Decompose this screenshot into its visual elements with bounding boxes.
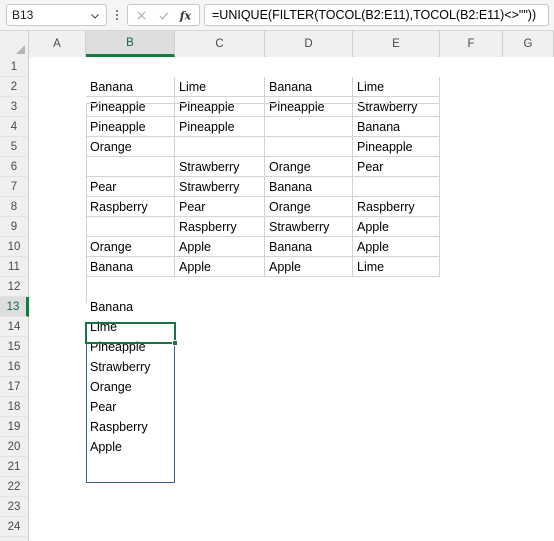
cell-E6[interactable]: Pear <box>353 157 440 177</box>
formula-action-group: fx <box>127 4 200 26</box>
row-header-3[interactable]: 3 <box>0 97 29 117</box>
row-header-17[interactable]: 17 <box>0 377 29 397</box>
row-header-18[interactable]: 18 <box>0 397 29 417</box>
svg-text:fx: fx <box>179 8 192 22</box>
cell-D3[interactable]: Pineapple <box>265 97 353 117</box>
row-header-13[interactable]: 13 <box>0 297 29 317</box>
select-all-triangle-icon <box>16 45 25 54</box>
cell-D2[interactable]: Banana <box>265 77 353 97</box>
cell-C4[interactable]: Pineapple <box>175 117 265 137</box>
cell-B9[interactable] <box>86 217 175 237</box>
cell-B10[interactable]: Orange <box>86 237 175 257</box>
row-header-22[interactable]: 22 <box>0 477 29 497</box>
row-header-24[interactable]: 24 <box>0 517 29 537</box>
cell-B14[interactable]: Lime <box>86 317 175 337</box>
cell-C11[interactable]: Apple <box>175 257 265 277</box>
row-header-8[interactable]: 8 <box>0 197 29 217</box>
row-header-20[interactable]: 20 <box>0 437 29 457</box>
cell-E11[interactable]: Lime <box>353 257 440 277</box>
cell-E8[interactable]: Raspberry <box>353 197 440 217</box>
row-header-7[interactable]: 7 <box>0 177 29 197</box>
cell-C10[interactable]: Apple <box>175 237 265 257</box>
cell-B20[interactable]: Apple <box>86 437 175 457</box>
cell-B15[interactable]: Pineapple <box>86 337 175 357</box>
cell-C7[interactable]: Strawberry <box>175 177 265 197</box>
cell-B17[interactable]: Orange <box>86 377 175 397</box>
row-header-5[interactable]: 5 <box>0 137 29 157</box>
cell-D9[interactable]: Strawberry <box>265 217 353 237</box>
cell-B6[interactable] <box>86 157 175 177</box>
row-header-4[interactable]: 4 <box>0 117 29 137</box>
cell-B16[interactable]: Strawberry <box>86 357 175 377</box>
cell-D8[interactable]: Orange <box>265 197 353 217</box>
cell-E9[interactable]: Apple <box>353 217 440 237</box>
cell-E3[interactable]: Strawberry <box>353 97 440 117</box>
row-header-1[interactable]: 1 <box>0 57 29 77</box>
cell-C5[interactable] <box>175 137 265 157</box>
select-all-corner[interactable] <box>0 31 29 57</box>
cell-E10[interactable]: Apple <box>353 237 440 257</box>
cell-E7[interactable] <box>353 177 440 197</box>
cell-D11[interactable]: Apple <box>265 257 353 277</box>
cell-B13[interactable]: Banana <box>86 297 175 317</box>
column-header-b[interactable]: B <box>86 31 175 57</box>
cell-E5[interactable]: Pineapple <box>353 137 440 157</box>
cell-B19[interactable]: Raspberry <box>86 417 175 437</box>
cell-C2[interactable]: Lime <box>175 77 265 97</box>
chevron-down-icon[interactable] <box>89 9 101 21</box>
cell-B7[interactable]: Pear <box>86 177 175 197</box>
column-header-g[interactable]: G <box>503 31 554 57</box>
kebab-menu-icon[interactable] <box>110 10 124 20</box>
cell-D7[interactable]: Banana <box>265 177 353 197</box>
row-header-12[interactable]: 12 <box>0 277 29 297</box>
cell-D5[interactable] <box>265 137 353 157</box>
cell-B4[interactable]: Pineapple <box>86 117 175 137</box>
row-header-21[interactable]: 21 <box>0 457 29 477</box>
fill-handle[interactable] <box>172 340 178 346</box>
cell-C3[interactable]: Pineapple <box>175 97 265 117</box>
cell-C8[interactable]: Pear <box>175 197 265 217</box>
cell-C6[interactable]: Strawberry <box>175 157 265 177</box>
column-header-d[interactable]: D <box>265 31 353 57</box>
cell-E4[interactable]: Banana <box>353 117 440 137</box>
row-header-11[interactable]: 11 <box>0 257 29 277</box>
cell-C9[interactable]: Raspberry <box>175 217 265 237</box>
row-header-23[interactable]: 23 <box>0 497 29 517</box>
row-header-19[interactable]: 19 <box>0 417 29 437</box>
formula-bar: B13 fx =UNIQUE(FILTER(TOCOL(B2:E11),TOCO… <box>0 0 554 31</box>
cell-B18[interactable]: Pear <box>86 397 175 417</box>
row-header-6[interactable]: 6 <box>0 157 29 177</box>
cell-D10[interactable]: Banana <box>265 237 353 257</box>
row-header-10[interactable]: 10 <box>0 237 29 257</box>
spreadsheet-grid[interactable]: ABCDEFG 1 2 3 4 5 6 7 8 9 10 11 12 13 14 15 16 17 18 19 20 2… <box>0 31 554 541</box>
row-header-16[interactable]: 16 <box>0 357 29 377</box>
cell-B11[interactable]: Banana <box>86 257 175 277</box>
fx-icon[interactable]: fx <box>177 7 194 24</box>
formula-text: =UNIQUE(FILTER(TOCOL(B2:E11),TOCOL(B2:E1… <box>212 8 537 22</box>
row-header-14[interactable]: 14 <box>0 317 29 337</box>
row-header-2[interactable]: 2 <box>0 77 29 97</box>
cell-B2[interactable]: Banana <box>86 77 175 97</box>
check-icon[interactable] <box>155 7 172 24</box>
cell-B8[interactable]: Raspberry <box>86 197 175 217</box>
cell-D6[interactable]: Orange <box>265 157 353 177</box>
column-header-e[interactable]: E <box>353 31 440 57</box>
cell-B5[interactable]: Orange <box>86 137 175 157</box>
cell-D4[interactable] <box>265 117 353 137</box>
column-header-c[interactable]: C <box>175 31 265 57</box>
formula-input[interactable]: =UNIQUE(FILTER(TOCOL(B2:E11),TOCOL(B2:E1… <box>204 4 549 26</box>
row-header-15[interactable]: 15 <box>0 337 29 357</box>
cell-B3[interactable]: Pineapple <box>86 97 175 117</box>
name-box-value: B13 <box>12 8 34 22</box>
column-header-f[interactable]: F <box>440 31 503 57</box>
close-icon[interactable] <box>133 7 150 24</box>
row-header-9[interactable]: 9 <box>0 217 29 237</box>
column-header-a[interactable]: A <box>29 31 86 57</box>
name-box[interactable]: B13 <box>6 4 107 26</box>
cell-E2[interactable]: Lime <box>353 77 440 97</box>
